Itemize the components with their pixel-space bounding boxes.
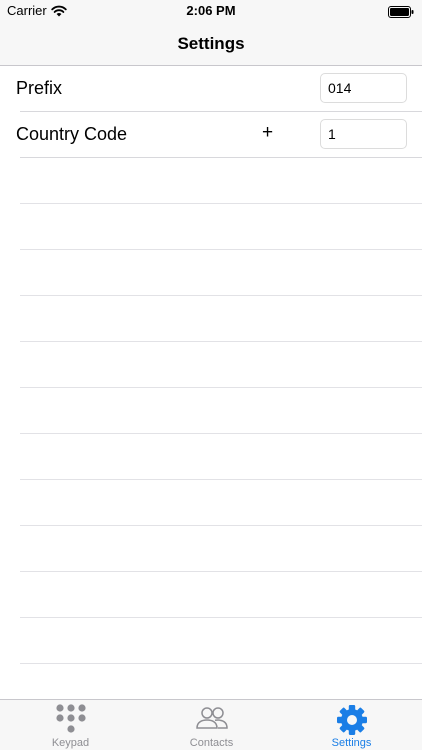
tab-contacts[interactable]: Contacts bbox=[141, 700, 282, 750]
page-title: Settings bbox=[177, 34, 245, 53]
empty-row bbox=[20, 572, 422, 618]
settings-table: Prefix Country Code + bbox=[0, 66, 422, 664]
plus-sign: + bbox=[262, 122, 274, 143]
prefix-field[interactable] bbox=[320, 73, 407, 103]
empty-row bbox=[20, 158, 422, 204]
empty-row bbox=[20, 388, 422, 434]
settings-screen: Carrier 2:06 PM Settings Prefix Coun bbox=[0, 0, 422, 750]
prefix-row: Prefix bbox=[16, 66, 422, 112]
tab-settings-label: Settings bbox=[331, 737, 372, 749]
status-bar: Carrier 2:06 PM bbox=[0, 0, 422, 22]
status-time: 2:06 PM bbox=[186, 3, 236, 18]
country-code-field[interactable] bbox=[320, 119, 407, 149]
navigation-bar: Settings bbox=[0, 22, 422, 66]
empty-row bbox=[20, 618, 422, 664]
keypad-icon bbox=[0, 704, 141, 741]
tab-keypad-label: Keypad bbox=[51, 737, 90, 749]
contacts-icon bbox=[141, 704, 282, 739]
empty-row bbox=[20, 434, 422, 480]
country-code-label: Country Code bbox=[16, 124, 128, 144]
battery-icon bbox=[388, 5, 414, 23]
empty-row bbox=[20, 296, 422, 342]
empty-row bbox=[20, 526, 422, 572]
country-code-row: Country Code + bbox=[16, 112, 422, 158]
gear-icon bbox=[281, 704, 422, 741]
tab-bar: Keypad Contacts Settings bbox=[0, 699, 422, 750]
tab-keypad[interactable]: Keypad bbox=[0, 700, 141, 750]
tab-contacts-label: Contacts bbox=[189, 737, 234, 749]
empty-row bbox=[20, 204, 422, 250]
empty-row bbox=[20, 250, 422, 296]
tab-settings[interactable]: Settings bbox=[281, 700, 422, 750]
empty-row bbox=[20, 480, 422, 526]
empty-row bbox=[20, 342, 422, 388]
prefix-label: Prefix bbox=[16, 78, 63, 98]
